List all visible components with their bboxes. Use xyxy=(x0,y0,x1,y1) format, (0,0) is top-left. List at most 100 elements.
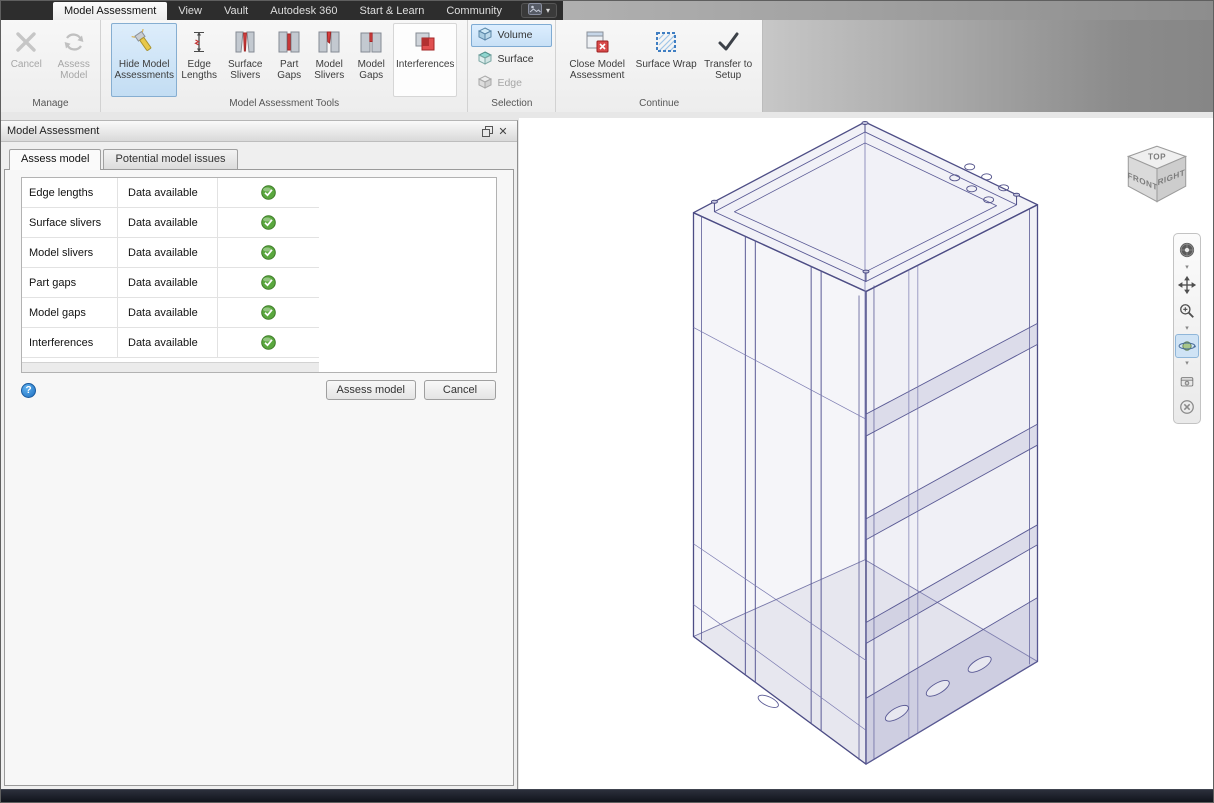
selection-surface-label: Surface xyxy=(497,53,534,65)
assess-model-run-button[interactable]: Assess model xyxy=(325,380,416,400)
surface-wrap-label: Surface Wrap xyxy=(635,59,697,70)
viewcube-top-label[interactable]: TOP xyxy=(1148,153,1166,162)
assess-model-label: Assess Model xyxy=(57,59,90,82)
look-at-button[interactable] xyxy=(1175,369,1199,393)
chevron-down-icon: ▾ xyxy=(545,5,550,15)
pan-button[interactable] xyxy=(1175,273,1199,297)
group-manage: Cancel Assess Model Manage xyxy=(1,20,101,112)
panel-title: Model Assessment xyxy=(7,125,100,137)
interferences-button[interactable]: Interferences xyxy=(393,23,458,97)
status-check-cell xyxy=(218,178,318,207)
check-icon xyxy=(260,305,276,320)
table-hscrollbar[interactable] xyxy=(22,362,319,372)
checkmark-icon xyxy=(715,27,741,57)
table-row[interactable]: Model gaps Data available xyxy=(22,298,319,328)
surface-wrap-button[interactable]: Surface Wrap xyxy=(632,23,700,97)
check-icon xyxy=(260,275,276,290)
assessment-status: Data available xyxy=(118,208,218,237)
status-bar xyxy=(1,789,1213,802)
surface-sliver-icon xyxy=(232,27,258,57)
selection-edge-label: Edge xyxy=(497,77,522,89)
ribbon-groups: Cancel Assess Model Manage Hide Model As… xyxy=(1,20,763,112)
chevron-down-icon[interactable]: ▾ xyxy=(1185,360,1189,367)
selection-volume-button[interactable]: Volume xyxy=(471,23,553,47)
transfer-to-setup-button[interactable]: Transfer to Setup xyxy=(702,23,754,97)
selection-surface-button[interactable]: Surface xyxy=(471,48,552,71)
transfer-to-setup-label: Transfer to Setup xyxy=(704,59,753,82)
part-gaps-button[interactable]: Part Gaps xyxy=(271,23,307,97)
close-assessment-icon xyxy=(584,27,610,57)
model-assessment-panel: Model Assessment ✕ Assess model Potentia… xyxy=(1,120,518,789)
group-label-model-assessment-tools: Model Assessment Tools xyxy=(229,98,340,109)
tab-assess-model[interactable]: Assess model xyxy=(9,149,102,170)
edge-cube-icon xyxy=(478,74,493,92)
chevron-down-icon[interactable]: ▾ xyxy=(1185,264,1189,271)
edge-lengths-button[interactable]: Edge Lengths xyxy=(179,23,219,97)
tab-view[interactable]: View xyxy=(167,1,213,20)
part-gap-icon xyxy=(276,27,302,57)
tab-start-and-learn[interactable]: Start & Learn xyxy=(349,1,436,20)
group-label-continue: Continue xyxy=(639,98,680,109)
float-panel-icon[interactable] xyxy=(479,123,495,139)
zoom-button[interactable] xyxy=(1175,299,1199,323)
table-row[interactable]: Interferences Data available xyxy=(22,328,319,358)
orbit-button[interactable] xyxy=(1175,334,1199,358)
volume-cube-icon xyxy=(478,26,493,44)
interference-icon xyxy=(412,27,438,57)
ribbon: Cancel Assess Model Manage Hide Model As… xyxy=(1,20,1213,112)
navbar-close-button[interactable] xyxy=(1175,395,1199,419)
assessment-name: Edge lengths xyxy=(22,178,118,207)
model-gaps-button[interactable]: Model Gaps xyxy=(351,23,391,97)
assessment-name: Surface slivers xyxy=(22,208,118,237)
group-label-manage: Manage xyxy=(32,98,69,109)
tab-model-assessment[interactable]: Model Assessment xyxy=(53,2,168,20)
surface-slivers-button[interactable]: Surface Slivers xyxy=(221,23,269,97)
navigation-wheel-button[interactable] xyxy=(1175,238,1199,262)
navigation-wheel-icon xyxy=(1179,242,1195,258)
cancel-label: Cancel xyxy=(10,59,42,70)
check-icon xyxy=(260,335,276,350)
model-wireframe[interactable] xyxy=(519,118,1213,789)
close-model-assessment-button[interactable]: Close Model Assessment xyxy=(564,23,630,97)
assessment-name: Part gaps xyxy=(22,268,118,297)
model-slivers-button[interactable]: Model Slivers xyxy=(309,23,349,97)
tab-vault[interactable]: Vault xyxy=(213,1,259,20)
chevron-down-icon[interactable]: ▾ xyxy=(1185,325,1189,332)
orbit-icon xyxy=(1178,341,1197,351)
tab-community[interactable]: Community xyxy=(435,1,513,20)
selection-volume-label: Volume xyxy=(497,29,533,41)
cancel-x-icon xyxy=(13,27,39,57)
viewcube[interactable]: TOP FRONT RIGHT xyxy=(1117,138,1197,218)
model-sliver-icon xyxy=(316,27,342,57)
flashlight-icon xyxy=(131,27,157,57)
model-gaps-label: Model Gaps xyxy=(357,59,385,82)
tab-autodesk-360[interactable]: Autodesk 360 xyxy=(259,1,348,20)
status-check-cell xyxy=(218,238,318,267)
table-row[interactable]: Edge lengths Data available xyxy=(22,178,319,208)
ribbon-display-toggle[interactable]: ▾ xyxy=(520,2,557,18)
help-icon[interactable]: ? xyxy=(21,382,36,398)
ribbon-tabs: Model Assessment View Vault Autodesk 360… xyxy=(1,1,563,20)
assess-model-page: Edge lengths Data available Surface sliv… xyxy=(4,169,514,786)
application-window: Model Assessment View Vault Autodesk 360… xyxy=(0,0,1214,803)
close-model-assessment-label: Close Model Assessment xyxy=(569,59,625,82)
group-model-assessment-tools: Hide Model Assessments Edge Lengths Surf… xyxy=(101,20,469,112)
table-row[interactable]: Surface slivers Data available xyxy=(22,208,319,238)
check-icon xyxy=(260,215,276,230)
assessment-status: Data available xyxy=(118,298,218,327)
table-row[interactable]: Model slivers Data available xyxy=(22,238,319,268)
main-area: Model Assessment ✕ Assess model Potentia… xyxy=(1,112,1213,789)
model-slivers-label: Model Slivers xyxy=(314,59,345,82)
3d-viewport[interactable]: TOP FRONT RIGHT ▾ ▾ ▾ xyxy=(519,118,1213,789)
group-selection: Volume Surface Edge Selection xyxy=(468,20,557,112)
part-gaps-label: Part Gaps xyxy=(277,59,302,82)
ribbon-tabbar: Model Assessment View Vault Autodesk 360… xyxy=(1,1,1213,20)
status-check-cell xyxy=(218,208,318,237)
panel-cancel-button[interactable]: Cancel xyxy=(424,380,496,400)
pan-icon xyxy=(1177,275,1197,295)
surface-slivers-label: Surface Slivers xyxy=(227,59,263,82)
close-panel-icon[interactable]: ✕ xyxy=(495,123,511,139)
tab-potential-model-issues[interactable]: Potential model issues xyxy=(103,149,238,169)
table-row[interactable]: Part gaps Data available xyxy=(22,268,319,298)
hide-model-assessments-button[interactable]: Hide Model Assessments xyxy=(111,23,178,97)
